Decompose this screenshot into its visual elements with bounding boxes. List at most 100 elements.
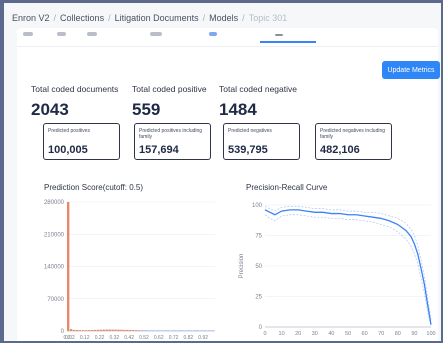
x-tick-label: 0.82 bbox=[183, 335, 193, 341]
stat-label: Total coded negative bbox=[219, 84, 297, 94]
predicted-negatives-card: Predicted negatives 539,795 bbox=[223, 123, 300, 160]
breadcrumb-separator: / bbox=[108, 13, 111, 23]
histogram-bar bbox=[75, 329, 79, 331]
y-tick-label: 140000 bbox=[44, 265, 65, 271]
histogram-bar bbox=[117, 329, 120, 331]
histogram-bar bbox=[170, 330, 178, 331]
stat-total-coded: Total coded documents 2043 bbox=[31, 84, 118, 120]
histogram-bar bbox=[84, 330, 88, 331]
stat-value: 559 bbox=[132, 100, 161, 119]
x-tick-label: 0.92 bbox=[198, 335, 208, 341]
histogram-bar bbox=[108, 329, 111, 331]
pr-curve-line bbox=[264, 209, 432, 325]
card-label: Predicted positives including family bbox=[139, 128, 203, 140]
prediction-score-histogram: 0700001400002100002800000.00.02 0.12 0.22 0… bbox=[44, 200, 215, 341]
x-tick-label: 0.52 bbox=[139, 335, 149, 341]
histogram-bar bbox=[123, 329, 126, 331]
tab-bar bbox=[17, 28, 438, 47]
predicted-positives-family-card: Predicted positives including family 157… bbox=[134, 123, 211, 160]
histogram-bar bbox=[200, 330, 207, 331]
card-value: 539,795 bbox=[228, 144, 268, 156]
card-value: 100,005 bbox=[48, 144, 88, 156]
stat-label: Total coded documents bbox=[31, 84, 119, 94]
histogram-bar bbox=[105, 329, 108, 331]
histogram-bar bbox=[99, 329, 102, 331]
histogram-bar bbox=[72, 329, 76, 331]
tab-2[interactable] bbox=[57, 32, 66, 36]
histogram-bar bbox=[207, 330, 215, 331]
x-tick-label: 0.12 bbox=[80, 335, 90, 341]
y-tick-label: 75 bbox=[255, 234, 262, 240]
x-tick-label: 0.62 bbox=[154, 335, 164, 341]
histogram-bar bbox=[96, 329, 99, 331]
stat-coded-positive: Total coded positive 559 bbox=[132, 84, 207, 120]
predicted-negatives-family-card: Predicted negatives including family 482… bbox=[315, 123, 392, 160]
card-label: Predicted negatives including family bbox=[320, 128, 386, 140]
y-tick-label: 70000 bbox=[47, 297, 64, 303]
histogram-bar bbox=[138, 330, 141, 331]
y-tick-label: 210000 bbox=[44, 232, 65, 238]
x-tick-label: 30 bbox=[312, 331, 318, 337]
histogram-bar bbox=[185, 330, 193, 331]
breadcrumb-item-collection[interactable]: Litigation Documents bbox=[115, 13, 199, 23]
histogram-bar bbox=[102, 329, 105, 331]
pr-upper-bound bbox=[264, 205, 432, 320]
stat-value: 2043 bbox=[31, 100, 69, 119]
card-value: 482,106 bbox=[320, 144, 360, 156]
y-tick-label: 100 bbox=[252, 203, 263, 209]
x-tick-label: 0.72 bbox=[169, 335, 179, 341]
histogram-title: Prediction Score(cutoff: 0.5) bbox=[44, 183, 144, 192]
x-tick-label: 100 bbox=[426, 331, 435, 337]
x-tick-label: 70 bbox=[378, 331, 384, 337]
histogram-bar bbox=[114, 329, 117, 331]
breadcrumb-current: Topic 301 bbox=[248, 13, 288, 23]
x-tick-label: 40 bbox=[328, 331, 334, 337]
histogram-bar bbox=[120, 329, 123, 331]
histogram-bar bbox=[90, 330, 94, 331]
x-tick-label: 0.22 bbox=[95, 335, 105, 341]
y-tick-label: 25 bbox=[255, 295, 262, 301]
card-label: Predicted negatives bbox=[228, 128, 272, 134]
histogram-bar bbox=[81, 330, 85, 331]
metrics-panel: Update Metrics Total coded documents 204… bbox=[17, 28, 440, 341]
x-tick-label: 80 bbox=[395, 331, 401, 337]
tab-3[interactable] bbox=[87, 32, 97, 36]
predicted-positives-card: Predicted positives 100,005 bbox=[43, 123, 120, 160]
histogram-bar bbox=[87, 330, 91, 331]
breadcrumb-separator: / bbox=[202, 13, 206, 23]
x-tick-label: 0.02 bbox=[65, 335, 75, 341]
histogram-bar bbox=[78, 330, 82, 331]
breadcrumb: Enron V2 / Collections / Litigation Docu… bbox=[12, 12, 287, 24]
histogram-bar bbox=[69, 329, 73, 331]
stat-coded-negative: Total coded negative 1484 bbox=[219, 84, 297, 120]
x-tick-label: 90 bbox=[411, 331, 417, 337]
breadcrumb-item-models[interactable]: Models bbox=[209, 13, 238, 23]
y-axis-label: Precision bbox=[239, 254, 245, 279]
pr-curve-title: Precision-Recall Curve bbox=[246, 183, 328, 192]
breadcrumb-item-collections[interactable]: Collections bbox=[60, 13, 104, 23]
histogram-bar bbox=[129, 329, 132, 331]
x-tick-label: 60 bbox=[362, 331, 368, 337]
histogram-bar bbox=[67, 202, 70, 331]
card-value: 157,694 bbox=[139, 144, 179, 156]
histogram-bar bbox=[93, 329, 96, 331]
precision-recall-chart: 0 25 50 75 100 0 10 20 30 40 50 60 70 80 90 100 Precisio… bbox=[239, 203, 436, 337]
histogram-bar bbox=[135, 330, 138, 331]
breadcrumb-item-project[interactable]: Enron V2 bbox=[12, 13, 50, 23]
tab-active-indicator bbox=[260, 41, 316, 43]
tab-4[interactable] bbox=[150, 32, 162, 36]
card-label: Predicted positives bbox=[48, 128, 90, 134]
x-tick-label: 0.42 bbox=[124, 335, 134, 341]
histogram-bar bbox=[148, 330, 156, 331]
tab-5[interactable] bbox=[209, 32, 217, 36]
histogram-bar bbox=[192, 330, 200, 331]
histogram-bar bbox=[178, 330, 185, 331]
histogram-bar bbox=[111, 329, 114, 331]
stat-label: Total coded positive bbox=[132, 84, 207, 94]
update-metrics-button[interactable]: Update Metrics bbox=[382, 61, 440, 79]
tab-1[interactable] bbox=[23, 32, 33, 36]
x-tick-label: 0.32 bbox=[109, 335, 119, 341]
breadcrumb-separator: / bbox=[242, 13, 245, 23]
stat-value: 1484 bbox=[219, 100, 257, 119]
tab-6[interactable] bbox=[275, 34, 283, 36]
